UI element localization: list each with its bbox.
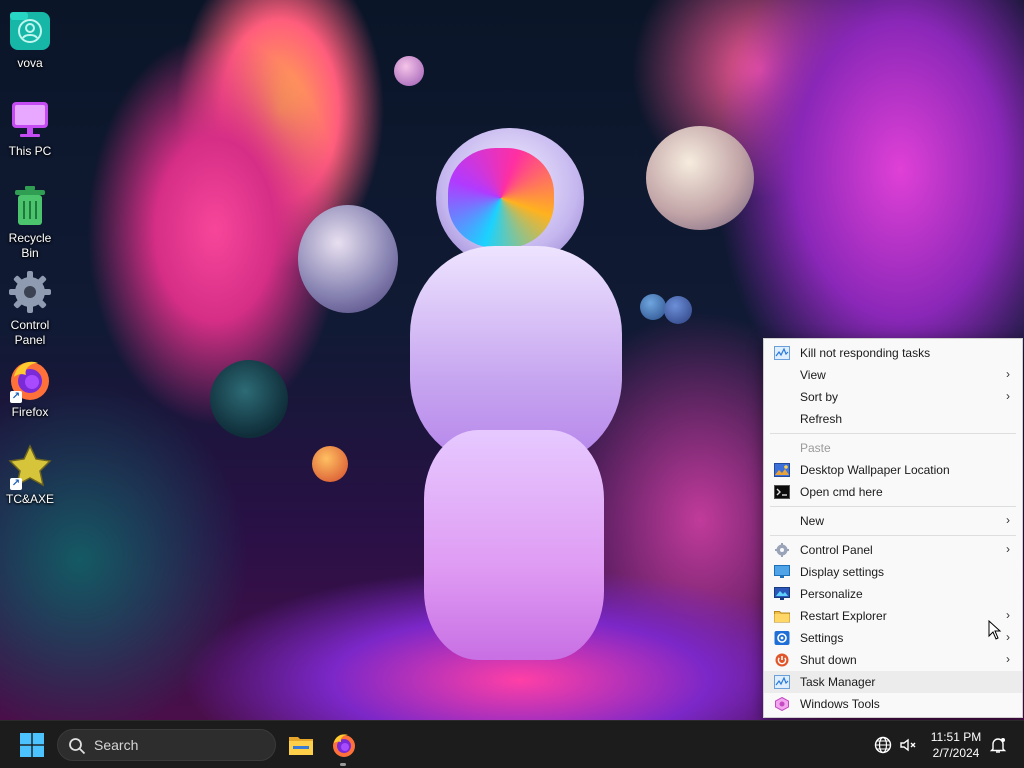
desktop-icon-label: Control Panel [10,318,50,347]
power-icon [775,653,789,667]
settings-icon [774,631,790,645]
planet-blue [640,294,666,320]
desktop-icon-firefox[interactable]: ↗ Firefox [2,349,58,420]
menu-item-windows-tools[interactable]: Windows Tools [764,693,1022,715]
gear-icon [6,268,54,316]
menu-item-wallpaper-location[interactable]: Desktop Wallpaper Location [764,459,1022,481]
planet-left [298,205,398,313]
search-placeholder: Search [94,737,139,753]
menu-item-view[interactable]: View › [764,364,1022,386]
wallpaper-icon [774,463,790,477]
desktop-icon-control-panel[interactable]: Control Panel [2,262,58,348]
shortcut-arrow-icon: ↗ [10,391,22,403]
menu-item-refresh[interactable]: Refresh [764,408,1022,430]
recycle-bin-icon [6,181,54,229]
menu-separator [770,433,1016,434]
task-manager-icon [774,675,790,689]
desktop-icon-recycle-bin[interactable]: Recycle Bin [2,175,58,261]
desktop-icon-label: TC&AXE [5,492,54,506]
speaker-muted-icon[interactable] [898,735,918,755]
planet-orange [312,446,348,482]
planet-small [394,56,424,86]
clock-time: 11:51 PM [930,730,982,744]
file-explorer-icon[interactable] [287,731,315,759]
desktop-icon-tc-axe[interactable]: ↗ TC&AXE [2,436,58,507]
astronaut-visor [448,148,554,248]
menu-item-shut-down[interactable]: Shut down › [764,649,1022,671]
star-icon: ↗ [6,442,54,490]
desktop-icon-label: Recycle Bin [8,231,52,260]
menu-item-open-cmd[interactable]: Open cmd here [764,481,1022,503]
cmd-icon [774,485,790,499]
monitor-icon [6,94,54,142]
chevron-right-icon: › [1006,513,1010,527]
planet-right [646,126,754,230]
menu-item-control-panel[interactable]: Control Panel › [764,539,1022,561]
desktop-context-menu: Kill not responding tasks View › Sort by… [763,338,1023,718]
mouse-cursor-icon [988,620,1002,640]
firefox-icon: ↗ [6,355,54,403]
menu-separator [770,506,1016,507]
firefox-taskbar-icon[interactable] [330,731,358,759]
windows-start-icon[interactable] [20,733,44,757]
chevron-right-icon: › [1006,367,1010,381]
chevron-right-icon: › [1006,652,1010,666]
personalize-icon [774,587,790,600]
chevron-right-icon: › [1006,630,1010,644]
menu-item-display-settings[interactable]: Display settings [764,561,1022,583]
desktop-icon-vova[interactable]: vova [2,0,58,71]
notification-bell-icon[interactable] [988,735,1008,755]
chevron-right-icon: › [1006,608,1010,622]
desktop-icon-label: This PC [8,144,52,158]
taskbar: Search 11:51 PM 2/7/2024 [0,720,1024,768]
running-indicator [340,763,346,766]
menu-item-paste: Paste [800,441,831,455]
menu-item-kill-not-responding[interactable]: Kill not responding tasks [764,342,1022,364]
desktop-icon-label: Firefox [11,405,49,419]
chevron-right-icon: › [1006,542,1010,556]
menu-item-personalize[interactable]: Personalize [764,583,1022,605]
menu-separator [770,535,1016,536]
astronaut-legs [424,430,604,660]
taskbar-clock[interactable]: 11:51 PM 2/7/2024 [924,729,988,761]
task-manager-icon [774,346,790,360]
folder-icon [774,611,790,623]
taskbar-search-box[interactable]: Search [57,729,276,761]
chevron-right-icon: › [1006,389,1010,403]
menu-item-settings[interactable]: Settings › [764,627,1022,649]
windows-tools-icon [775,697,789,711]
user-folder-icon [6,6,54,54]
clock-date: 2/7/2024 [932,746,980,760]
shortcut-arrow-icon: ↗ [10,478,22,490]
menu-item-task-manager[interactable]: Task Manager [764,671,1022,693]
planet-blue-2 [664,296,692,324]
desktop-icon-label: vova [17,56,43,70]
control-panel-icon [775,543,789,557]
menu-item-new[interactable]: New › [764,510,1022,532]
globe-icon[interactable] [873,735,893,755]
menu-item-sort-by[interactable]: Sort by › [764,386,1022,408]
search-icon [69,738,86,755]
desktop-icon-this-pc[interactable]: This PC [2,88,58,159]
display-icon [774,565,790,578]
planet-dark [210,360,288,438]
menu-item-restart-explorer[interactable]: Restart Explorer › [764,605,1022,627]
